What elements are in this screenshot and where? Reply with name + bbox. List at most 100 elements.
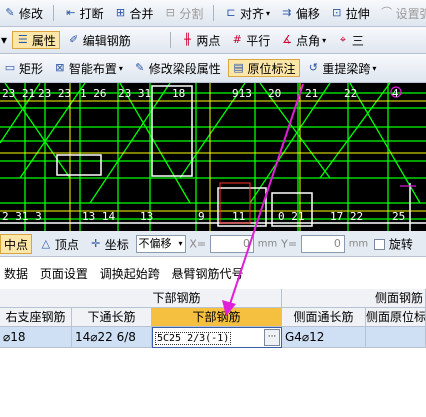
break-icon: ⇤ <box>66 6 76 19</box>
arch-icon: ⌒ <box>381 6 393 19</box>
canvas-label: 25 <box>392 210 405 223</box>
x-label: X= <box>189 237 207 251</box>
snap-toolbar: 中点 △ 顶点 ✛ 坐标 不偏移 ▾ X= 0 mm Y= 0 mm 旋转 <box>0 231 426 257</box>
edit-rebar-button[interactable]: ✐ 编辑钢筋 <box>64 31 134 49</box>
table-header-row: 右支座钢筋 下通长筋 下部钢筋 侧面通长筋 侧面原位标 <box>0 308 426 327</box>
two-points-button[interactable]: ╫ 两点 <box>177 31 223 49</box>
toolbar-property: ▾ ☰ 属性 ✐ 编辑钢筋 ╫ 两点 # 平行 ∡ 点角 ▾ ⌖ 三 <box>0 27 426 54</box>
in-situ-label-icon: ▤ <box>233 61 244 74</box>
edit-rebar-icon: ✐ <box>69 33 79 46</box>
canvas-label: 1 26 <box>80 87 107 100</box>
merge-button[interactable]: ⊞ 合并 <box>111 4 157 22</box>
cell-side-through[interactable]: G4⌀12 <box>282 327 366 348</box>
canvas-label: 0 21 <box>278 210 305 223</box>
split-icon: ⊟ <box>165 6 175 19</box>
y-unit: mm <box>348 238 369 250</box>
x-unit: mm <box>257 238 278 250</box>
coordinate-icon: ✛ <box>91 237 101 250</box>
stretch-button[interactable]: ⊡ 拉伸 <box>327 4 373 22</box>
table-group-header-row: 下部钢筋 侧面钢筋 <box>0 289 426 308</box>
bottom-rebar-value[interactable]: 5C25 2/3(-1) <box>155 332 232 345</box>
modify-beam-seg-icon: ✎ <box>135 61 145 74</box>
canvas-label: 22 <box>344 87 357 100</box>
cell-right-support[interactable]: ⌀18 <box>0 327 72 348</box>
canvas-label: 20 <box>268 87 281 100</box>
align-icon: ⊏ <box>226 6 236 19</box>
set-arch-button[interactable]: ⌒ 设置弧 <box>377 4 426 22</box>
col-bottom-rebar[interactable]: 下部钢筋 <box>152 308 282 327</box>
rotate-label: 旋转 <box>388 237 413 252</box>
stretch-icon: ⊡ <box>332 6 342 19</box>
rect-button[interactable]: ▭ 矩形 <box>0 59 46 77</box>
three-point-icon: ⌖ <box>339 33 347 46</box>
break-button[interactable]: ⇤ 打断 <box>61 4 107 22</box>
col-side-through-rebar[interactable]: 侧面通长筋 <box>282 308 366 327</box>
align-button[interactable]: ⊏ 对齐 ▾ <box>221 4 273 22</box>
parallel-icon: # <box>232 33 242 46</box>
three-point-button[interactable]: ⌖ 三 <box>333 31 367 49</box>
separator <box>169 32 171 48</box>
toolbar-draw: ▭ 矩形 ⊠ 智能布置 ▾ ✎ 修改梁段属性 ▤ 原位标注 ↺ 重提梁跨 ▾ <box>0 54 426 83</box>
two-points-icon: ╫ <box>184 33 191 46</box>
cell-side-in-situ[interactable] <box>366 327 426 348</box>
canvas-label: 9 <box>198 210 205 223</box>
rect-icon: ▭ <box>4 61 16 74</box>
offset-button[interactable]: ⇉ 偏移 <box>277 4 323 22</box>
y-input[interactable]: 0 <box>300 235 345 253</box>
canvas-label: 21 <box>305 87 318 100</box>
midpoint-toggle[interactable]: 中点 <box>0 234 33 254</box>
group-header-empty <box>0 289 72 308</box>
x-input[interactable]: 0 <box>209 235 254 253</box>
in-situ-label-button[interactable]: ▤ 原位标注 <box>227 59 300 77</box>
table-row[interactable]: ⌀18 14⌀22 6/8 5C25 2/3(-1) ··· G4⌀12 <box>0 327 426 348</box>
merge-icon: ⊞ <box>115 6 126 19</box>
property-button[interactable]: ☰ 属性 <box>11 31 60 49</box>
coordinate-toggle[interactable]: ✛ 坐标 <box>86 235 132 253</box>
canvas-label: 2 31 3 <box>2 210 42 223</box>
separator <box>213 5 215 21</box>
magenta-marks <box>390 86 416 187</box>
vertex-icon: △ <box>41 237 51 250</box>
separator <box>52 5 54 21</box>
col-bottom-through-rebar[interactable]: 下通长筋 <box>72 308 152 327</box>
toolbar-grip-icon: ▾ <box>1 33 8 47</box>
parallel-button[interactable]: # 平行 <box>227 31 273 49</box>
canvas-label: 4 <box>392 87 399 100</box>
canvas-label: 23 21 <box>2 87 35 100</box>
menu-item-swap-start-span[interactable]: 调换起始跨 <box>100 267 160 281</box>
cell-bottom-through[interactable]: 14⌀22 6/8 <box>72 327 152 348</box>
menu-item-data[interactable]: 数据 <box>4 267 28 281</box>
menu-item-cantilever-code[interactable]: 悬臂钢筋代号 <box>172 267 244 281</box>
col-right-support-rebar[interactable]: 右支座钢筋 <box>0 308 72 327</box>
point-angle-button[interactable]: ∡ 点角 ▾ <box>277 31 329 49</box>
group-header-side-rebar: 侧面钢筋 <box>282 289 426 308</box>
modify-icon: ✎ <box>5 6 15 19</box>
menu-item-page-setup[interactable]: 页面设置 <box>40 267 88 281</box>
split-button[interactable]: ⊟ 分割 <box>160 4 206 22</box>
relay-span-button[interactable]: ↺ 重提梁跨 ▾ <box>303 59 379 77</box>
group-header-bottom-rebar: 下部钢筋 <box>72 289 282 308</box>
col-side-in-situ[interactable]: 侧面原位标 <box>366 308 426 327</box>
modify-beam-seg-button[interactable]: ✎ 修改梁段属性 <box>130 59 224 77</box>
rebar-yellow-lines <box>0 83 426 231</box>
rebar-grid <box>0 83 426 231</box>
drawing-canvas[interactable]: 23 21 23 23 1 26 23 31 18 913 20 21 22 4… <box>0 83 426 231</box>
smart-layout-icon: ⊠ <box>55 61 65 74</box>
canvas-label: 23 23 <box>38 87 71 100</box>
property-icon: ☰ <box>17 33 28 46</box>
cell-bottom-rebar-editor[interactable]: 5C25 2/3(-1) ··· <box>152 327 282 348</box>
rotate-checkbox[interactable] <box>374 238 385 250</box>
modify-button[interactable]: ✎ 修改 <box>0 4 46 22</box>
canvas-label: 11 <box>232 210 245 223</box>
vertex-toggle[interactable]: △ 顶点 <box>36 235 82 253</box>
point-angle-icon: ∡ <box>282 33 292 46</box>
toolbar-edit: ✎ 修改 ⇤ 打断 ⊞ 合并 ⊟ 分割 ⊏ 对齐 ▾ ⇉ 偏移 ⊡ 拉伸 ⌒ 设置弧 <box>0 0 426 27</box>
offset-icon: ⇉ <box>282 6 292 19</box>
relay-span-icon: ↺ <box>308 61 318 74</box>
smart-layout-button[interactable]: ⊠ 智能布置 ▾ <box>50 59 126 77</box>
ellipsis-button[interactable]: ··· <box>264 329 280 346</box>
canvas-label: 13 14 <box>82 210 115 223</box>
table-menu: 数据 页面设置 调换起始跨 悬臂钢筋代号 <box>0 257 426 287</box>
offset-select[interactable]: 不偏移 ▾ <box>135 235 186 253</box>
rebar-drawing: 23 21 23 23 1 26 23 31 18 913 20 21 22 4… <box>0 83 426 231</box>
